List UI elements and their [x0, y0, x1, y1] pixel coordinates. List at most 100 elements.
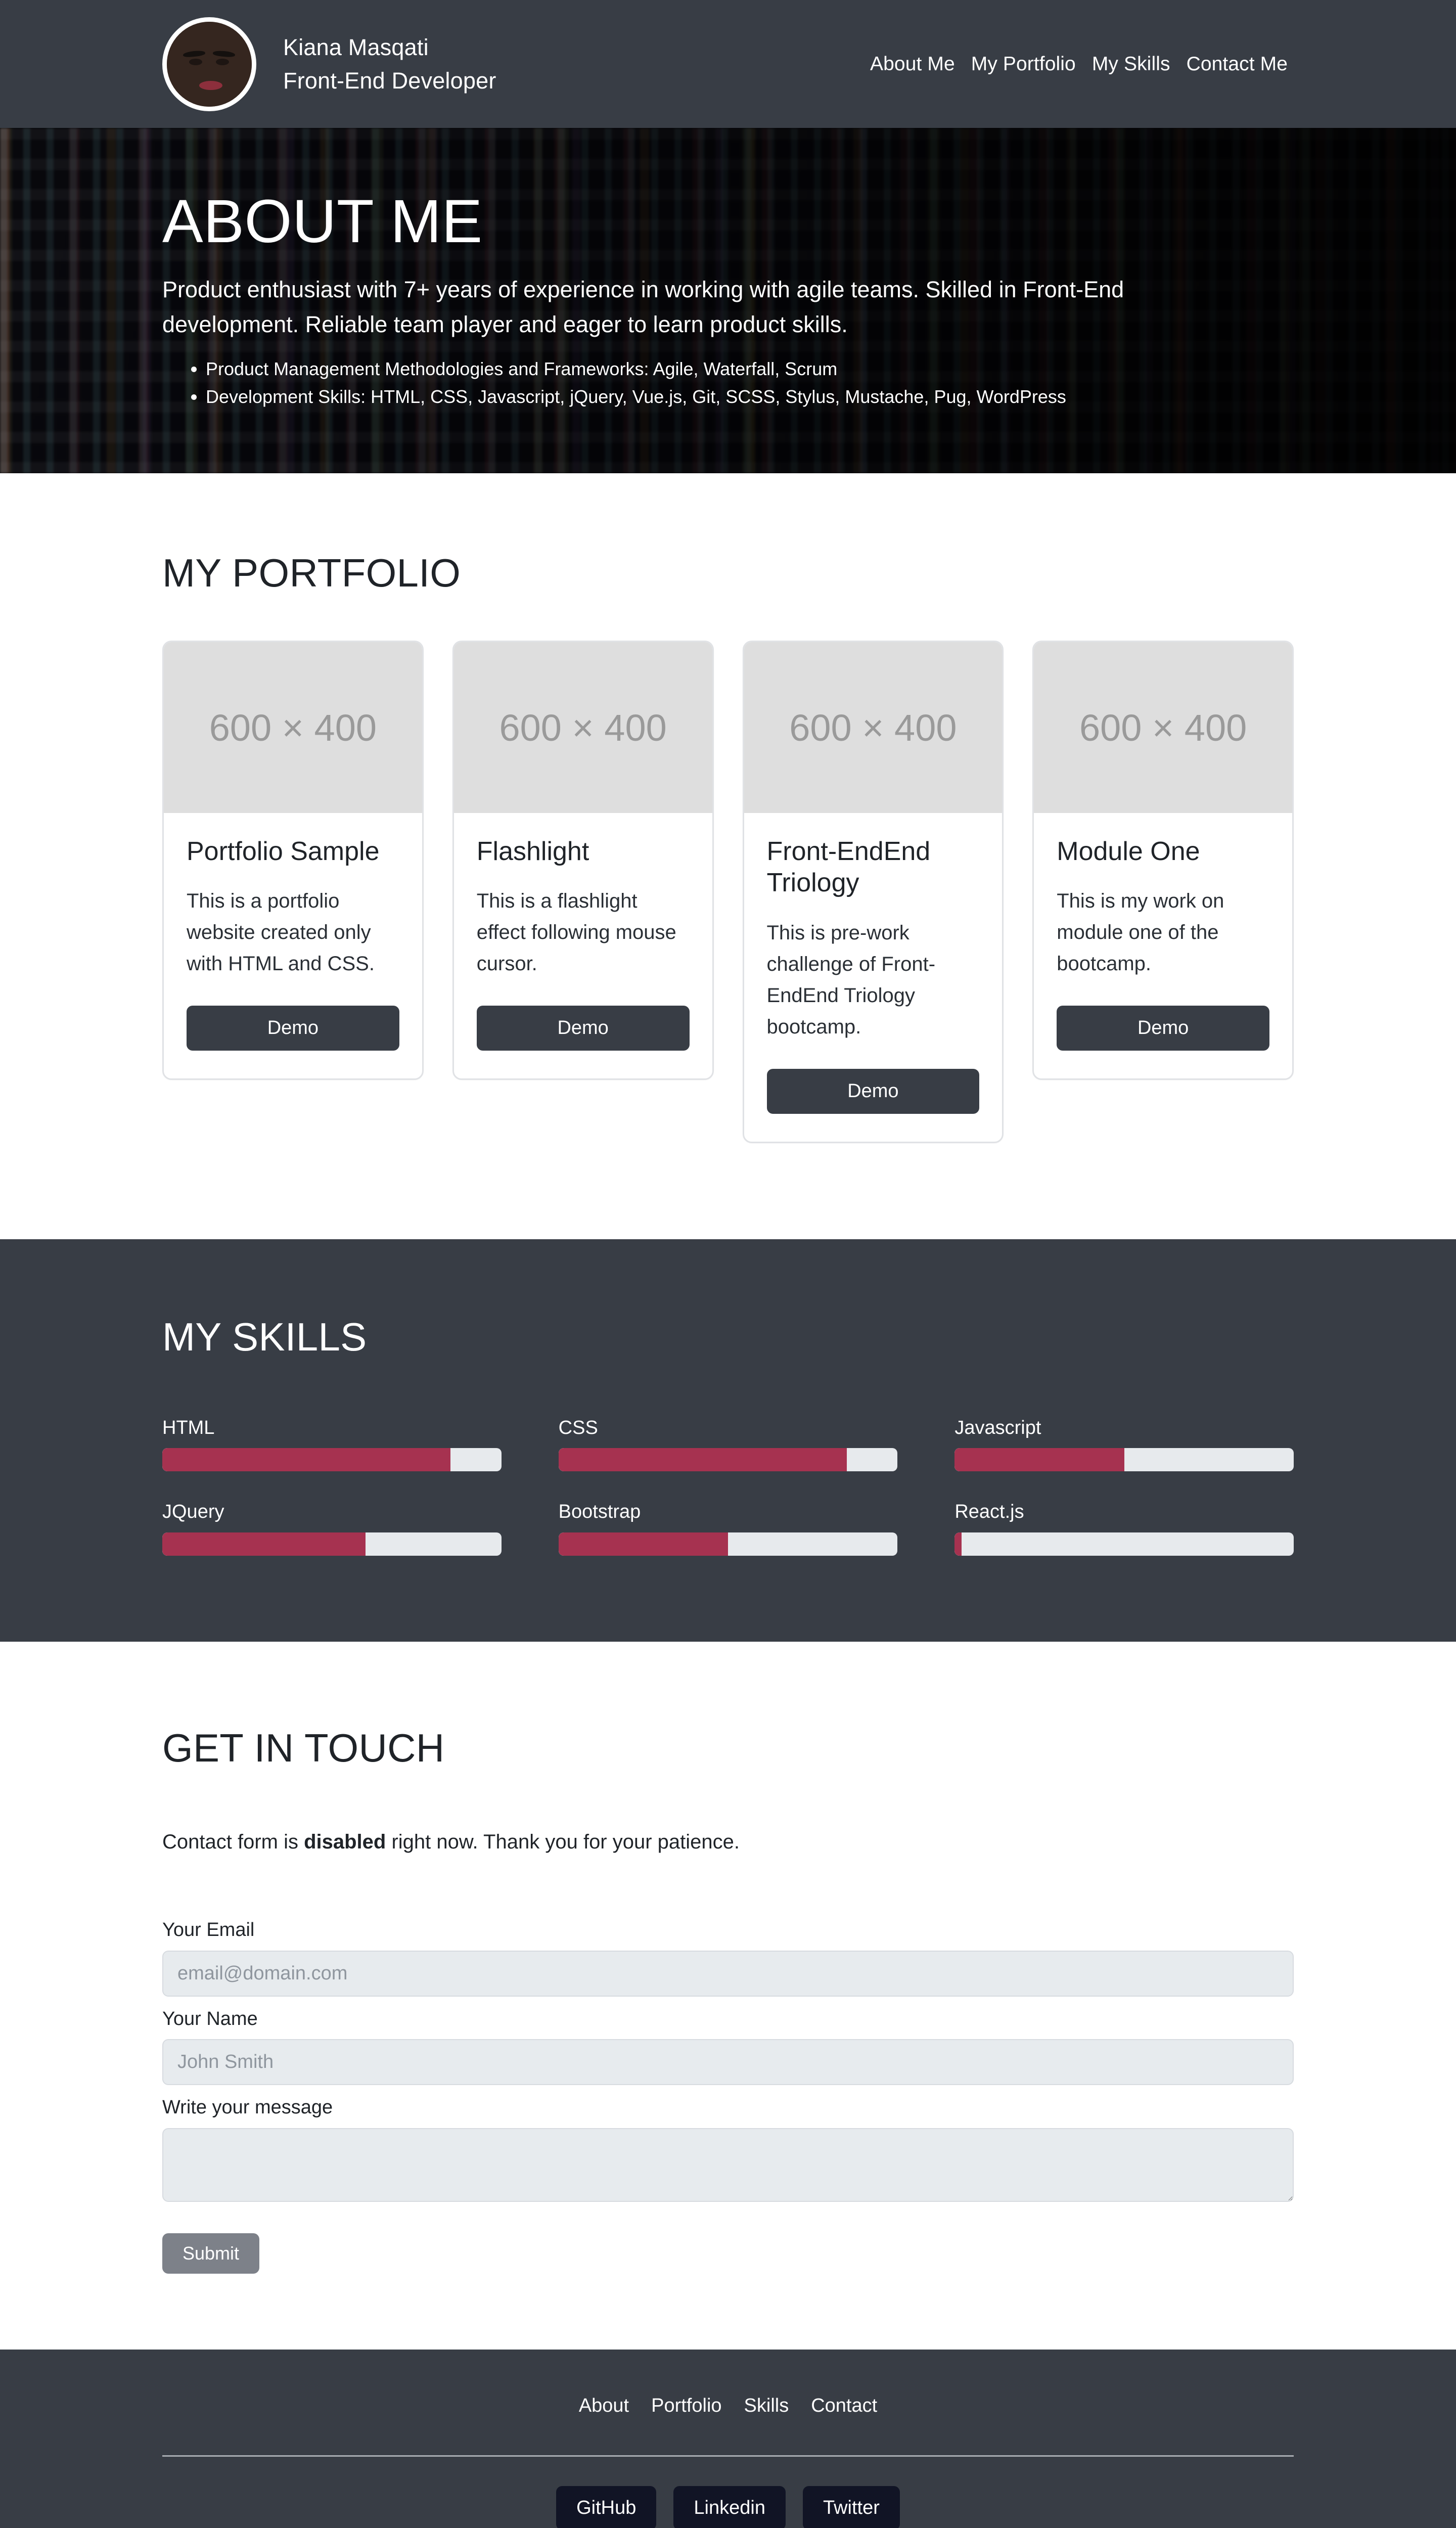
- portfolio-card-body: Portfolio Sample This is a portfolio web…: [164, 813, 422, 1078]
- portfolio-card-text: This is my work on module one of the boo…: [1057, 890, 1224, 975]
- avatar-photo: [167, 21, 252, 107]
- skill-progress-fill: [558, 1532, 728, 1556]
- skill-label: HTML: [162, 1417, 215, 1438]
- demo-button[interactable]: Demo: [1057, 1006, 1269, 1051]
- portfolio-card-image: 600 × 400: [744, 642, 1003, 813]
- footer-nav: About Portfolio Skills Contact: [162, 2395, 1294, 2455]
- portfolio-card-image: 600 × 400: [453, 642, 712, 813]
- twitter-button[interactable]: Twitter: [802, 2486, 900, 2528]
- nav-link-about-me[interactable]: About Me: [870, 53, 955, 75]
- about-bullet-list: Product Management Methodologies and Fra…: [162, 355, 1294, 411]
- portfolio-card-text: This is a flashlight effect following mo…: [476, 890, 676, 975]
- field-email: Your Email: [162, 1919, 1294, 1997]
- portfolio-card: 600 × 400 Front-EndEnd Triology This is …: [742, 641, 1004, 1143]
- skill-progress-fill: [162, 1532, 366, 1556]
- demo-button[interactable]: Demo: [476, 1006, 690, 1051]
- skill-progress-fill: [558, 1448, 847, 1472]
- portfolio-card: 600 × 400 Module One This is my work on …: [1032, 641, 1294, 1080]
- contact-section: GET IN TOUCH Contact form is disabled ri…: [0, 1641, 1456, 2350]
- about-title: ABOUT ME: [162, 186, 483, 255]
- portfolio-card-body: Front-EndEnd Triology This is pre-work c…: [744, 813, 1003, 1142]
- skill-label: Javascript: [954, 1417, 1041, 1438]
- skills-section: MY SKILLS HTML CSS Javascript JQuery Boo…: [0, 1239, 1456, 1642]
- portfolio-card-title: Module One: [1057, 837, 1200, 866]
- portfolio-card-title: Portfolio Sample: [187, 837, 380, 866]
- demo-button[interactable]: Demo: [766, 1068, 980, 1114]
- contact-title: GET IN TOUCH: [162, 1725, 445, 1770]
- skill-progress-fill: [954, 1448, 1124, 1472]
- note-bold: disabled: [304, 1830, 386, 1853]
- footer-link-about[interactable]: About: [579, 2395, 629, 2417]
- skill-label: Bootstrap: [558, 1501, 641, 1523]
- about-content: ABOUT ME Product enthusiast with 7+ year…: [162, 186, 1294, 411]
- brand-text: Kiana Masqati Front-End Developer: [283, 31, 496, 97]
- about-section: ABOUT ME Product enthusiast with 7+ year…: [0, 128, 1456, 473]
- portfolio-card: 600 × 400 Flashlight This is a flashligh…: [452, 641, 714, 1080]
- submit-button[interactable]: Submit: [162, 2233, 260, 2274]
- email-label: Your Email: [162, 1919, 255, 1940]
- list-item: Product Management Methodologies and Fra…: [206, 355, 1294, 383]
- avatar-detail: [199, 81, 222, 91]
- skill-item-html: HTML: [162, 1417, 502, 1472]
- demo-button[interactable]: Demo: [187, 1006, 399, 1051]
- portfolio-title: MY PORTFOLIO: [162, 551, 461, 595]
- skill-item-reactjs: React.js: [954, 1501, 1294, 1556]
- skills-title: MY SKILLS: [162, 1314, 367, 1359]
- email-field[interactable]: [162, 1950, 1294, 1997]
- footer-link-skills[interactable]: Skills: [744, 2395, 789, 2417]
- skill-label: CSS: [558, 1417, 598, 1438]
- social-buttons: GitHub Linkedin Twitter: [162, 2457, 1294, 2528]
- skill-label: JQuery: [162, 1501, 224, 1523]
- brand-role: Front-End Developer: [283, 67, 496, 94]
- skill-progress-track: [162, 1448, 502, 1472]
- skill-item-javascript: Javascript: [954, 1417, 1294, 1472]
- note-suffix: right now. Thank you for your patience.: [386, 1830, 740, 1853]
- name-field[interactable]: [162, 2039, 1294, 2086]
- linkedin-button[interactable]: Linkedin: [673, 2486, 786, 2528]
- skill-progress-track: [162, 1532, 502, 1556]
- avatar: [162, 17, 256, 111]
- skill-progress-fill: [162, 1448, 451, 1472]
- portfolio-card-image: 600 × 400: [164, 642, 422, 813]
- skill-progress-track: [558, 1448, 898, 1472]
- site-header: Kiana Masqati Front-End Developer About …: [0, 0, 1456, 128]
- portfolio-card-text: This is pre-work challenge of Front-EndE…: [766, 921, 936, 1038]
- skill-progress-track: [558, 1532, 898, 1556]
- nav-link-my-portfolio[interactable]: My Portfolio: [971, 53, 1076, 75]
- name-label: Your Name: [162, 2008, 258, 2029]
- brand-name: Kiana Masqati: [283, 34, 429, 61]
- portfolio-card-title: Front-EndEnd Triology: [766, 837, 931, 898]
- skill-progress-track: [954, 1532, 1294, 1556]
- portfolio-card: 600 × 400 Portfolio Sample This is a por…: [162, 641, 424, 1080]
- field-name: Your Name: [162, 2008, 1294, 2086]
- skill-item-css: CSS: [558, 1417, 898, 1472]
- skill-item-bootstrap: Bootstrap: [558, 1501, 898, 1556]
- brand[interactable]: Kiana Masqati Front-End Developer: [162, 17, 496, 111]
- github-button[interactable]: GitHub: [556, 2486, 657, 2528]
- skill-label: React.js: [954, 1501, 1024, 1523]
- nav-link-contact-me[interactable]: Contact Me: [1187, 53, 1288, 75]
- portfolio-card-title: Flashlight: [476, 837, 589, 866]
- footer-link-contact[interactable]: Contact: [811, 2395, 877, 2417]
- portfolio-card-body: Module One This is my work on module one…: [1034, 813, 1292, 1078]
- portfolio-card-text: This is a portfolio website created only…: [187, 890, 375, 975]
- list-item: Development Skills: HTML, CSS, Javascrip…: [206, 383, 1294, 411]
- skills-grid: HTML CSS Javascript JQuery Bootstrap Rea…: [162, 1417, 1294, 1556]
- main-nav: About Me My Portfolio My Skills Contact …: [870, 53, 1288, 75]
- nav-link-my-skills[interactable]: My Skills: [1092, 53, 1170, 75]
- skill-progress-track: [954, 1448, 1294, 1472]
- site-footer: About Portfolio Skills Contact GitHub Li…: [0, 2349, 1456, 2528]
- contact-disabled-note: Contact form is disabled right now. Than…: [162, 1827, 1294, 1857]
- portfolio-section: MY PORTFOLIO 600 × 400 Portfolio Sample …: [0, 473, 1456, 1239]
- skill-progress-fill: [954, 1532, 962, 1556]
- field-message: Write your message: [162, 2096, 1294, 2202]
- message-field[interactable]: [162, 2128, 1294, 2202]
- about-lead: Product enthusiast with 7+ years of expe…: [162, 276, 1124, 338]
- note-prefix: Contact form is: [162, 1830, 304, 1853]
- portfolio-card-body: Flashlight This is a flashlight effect f…: [454, 813, 712, 1078]
- footer-link-portfolio[interactable]: Portfolio: [651, 2395, 721, 2417]
- portfolio-card-image: 600 × 400: [1034, 642, 1292, 813]
- portfolio-card-grid: 600 × 400 Portfolio Sample This is a por…: [162, 641, 1294, 1143]
- skill-item-jquery: JQuery: [162, 1501, 502, 1556]
- message-label: Write your message: [162, 2097, 333, 2118]
